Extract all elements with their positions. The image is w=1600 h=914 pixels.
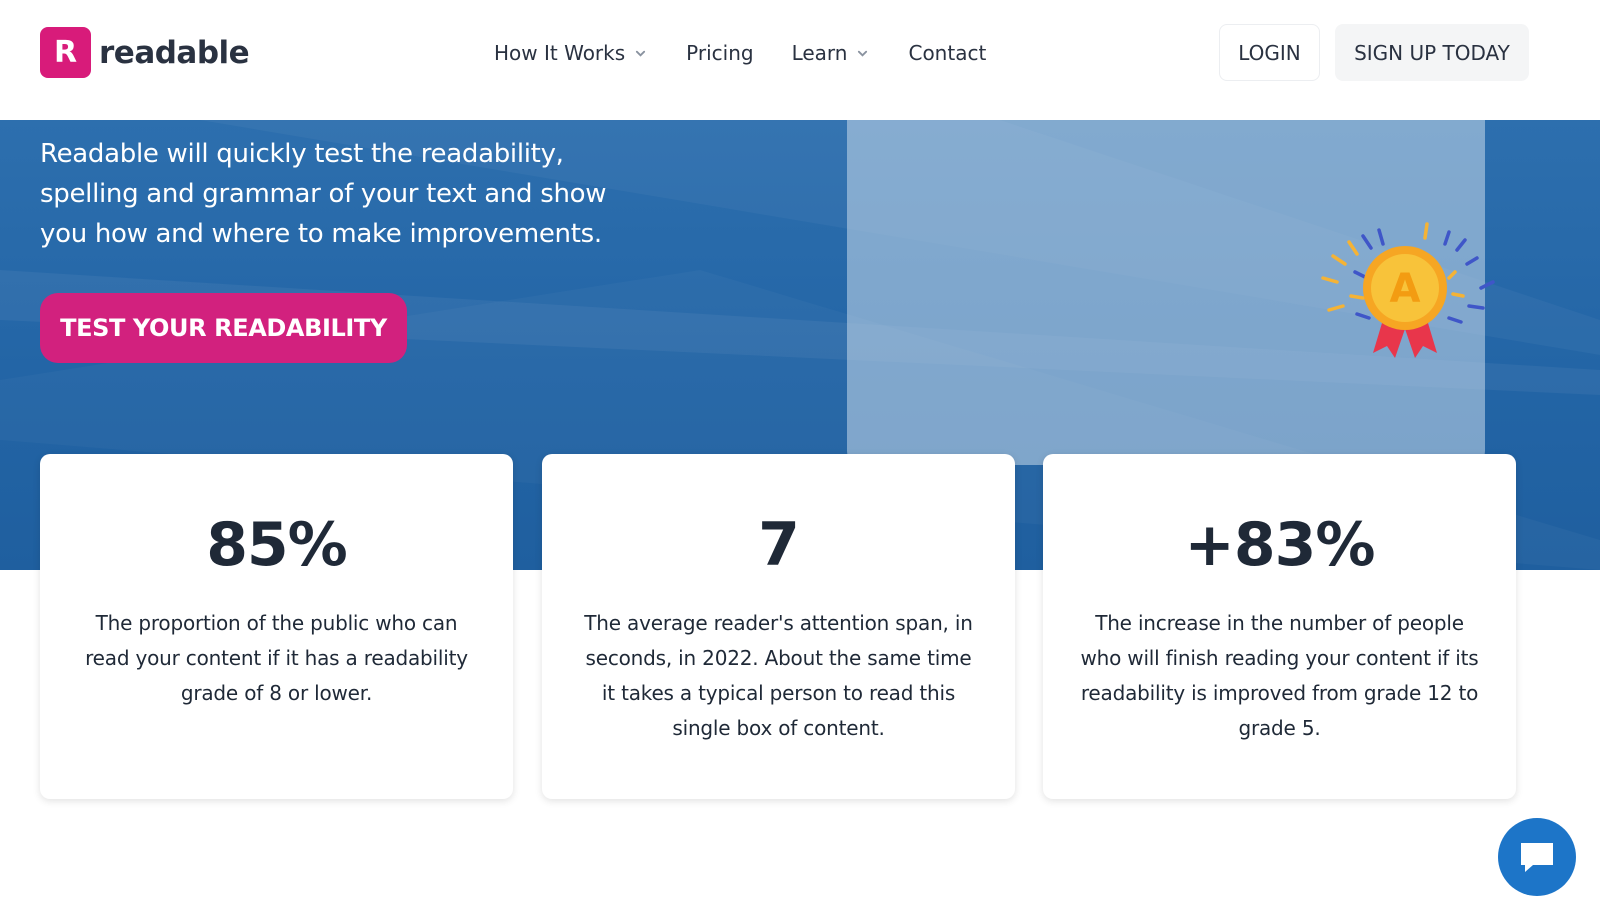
stat-card: 7 The average reader's attention span, i…: [542, 454, 1015, 799]
logo-mark: R: [40, 27, 91, 78]
logo-text: readable: [99, 34, 250, 71]
main-nav: How It Works Pricing Learn Contact: [494, 38, 986, 68]
stat-card: +83% The increase in the number of peopl…: [1043, 454, 1516, 799]
nav-learn[interactable]: Learn: [792, 38, 869, 68]
chat-widget-button[interactable]: [1498, 818, 1576, 896]
stat-description: The increase in the number of people who…: [1080, 611, 1479, 740]
stat-value: 85%: [206, 510, 348, 580]
stat-value: 7: [758, 510, 800, 580]
test-readability-button[interactable]: TEST YOUR READABILITY: [40, 293, 407, 363]
nav-label: Contact: [908, 41, 987, 65]
nav-contact[interactable]: Contact: [908, 38, 986, 68]
logo[interactable]: R readable: [40, 27, 250, 78]
medal-letter: A: [1390, 266, 1421, 312]
award-medal-icon: A: [1321, 222, 1495, 358]
login-button[interactable]: LOGIN: [1219, 24, 1320, 81]
site-header: R readable How It Works Pricing Learn Co…: [0, 0, 1600, 120]
nav-label: Learn: [791, 41, 848, 65]
stat-description: The proportion of the public who can rea…: [85, 611, 468, 705]
chevron-down-icon: [858, 50, 868, 57]
stat-value: +83%: [1184, 510, 1376, 580]
stat-description: The average reader's attention span, in …: [584, 611, 973, 740]
chat-bubble-icon: [1521, 843, 1553, 872]
hero-description: Readable will quickly test the readabili…: [40, 139, 607, 249]
nav-pricing[interactable]: Pricing: [686, 38, 753, 68]
stat-card: 85% The proportion of the public who can…: [40, 454, 513, 799]
chevron-down-icon: [636, 50, 646, 57]
nav-label: Pricing: [686, 41, 754, 65]
nav-label: How It Works: [494, 41, 626, 65]
nav-how-it-works[interactable]: How It Works: [494, 38, 646, 68]
signup-button[interactable]: SIGN UP TODAY: [1335, 24, 1529, 81]
